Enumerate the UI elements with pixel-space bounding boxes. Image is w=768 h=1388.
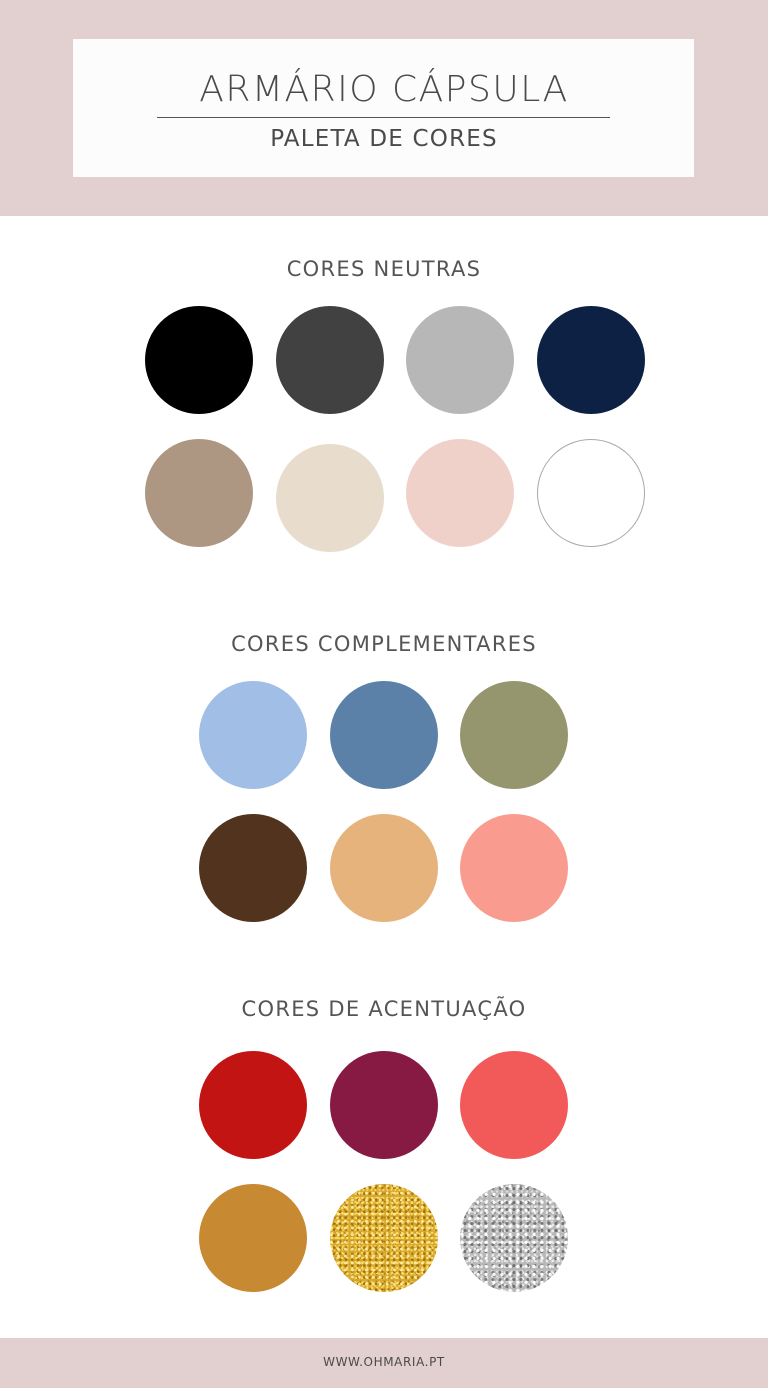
swatch-gold-glitter bbox=[330, 1184, 438, 1292]
page-title: ARMÁRIO CÁPSULA bbox=[199, 69, 569, 110]
swatch-olive bbox=[460, 681, 568, 789]
swatch-red bbox=[199, 1051, 307, 1159]
swatch-steel-blue bbox=[330, 681, 438, 789]
swatch-charcoal bbox=[276, 306, 384, 414]
footer-website-link[interactable]: WWW.OHMARIA.PT bbox=[0, 1353, 768, 1371]
swatch-apricot bbox=[330, 814, 438, 922]
swatch-light-gray bbox=[406, 306, 514, 414]
section-heading-neutral: CORES NEUTRAS bbox=[286, 257, 482, 281]
swatch-light-blue bbox=[199, 681, 307, 789]
swatch-taupe bbox=[145, 439, 253, 547]
swatch-salmon bbox=[460, 814, 568, 922]
title-divider bbox=[157, 117, 610, 118]
swatch-cream bbox=[276, 444, 384, 552]
page-subtitle: PALETA DE CORES bbox=[270, 126, 498, 152]
swatch-burgundy bbox=[330, 1051, 438, 1159]
swatch-chocolate bbox=[199, 814, 307, 922]
section-heading-accent: CORES DE ACENTUAÇÃO bbox=[241, 997, 527, 1021]
section-heading-complementary: CORES COMPLEMENTARES bbox=[231, 632, 537, 656]
swatch-coral bbox=[460, 1051, 568, 1159]
swatch-mustard bbox=[199, 1184, 307, 1292]
swatch-white bbox=[537, 439, 645, 547]
swatch-black bbox=[145, 306, 253, 414]
swatch-silver-glitter bbox=[460, 1184, 568, 1292]
swatch-navy bbox=[537, 306, 645, 414]
swatch-blush bbox=[406, 439, 514, 547]
